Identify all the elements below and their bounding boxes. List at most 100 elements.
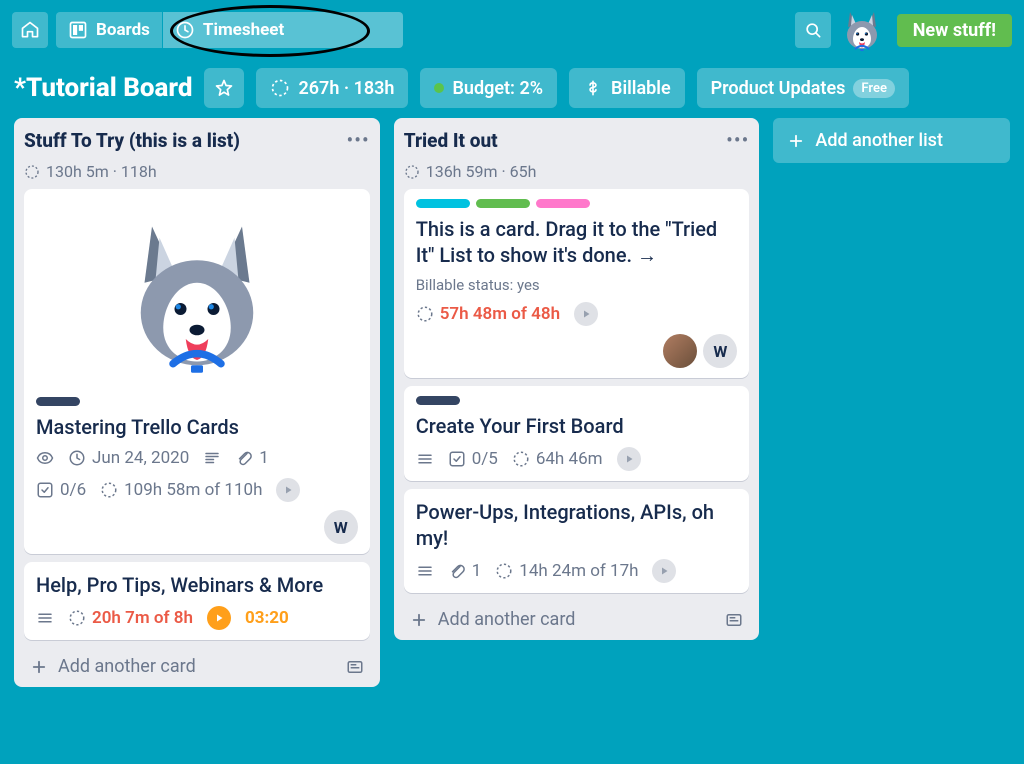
clock-icon bbox=[175, 20, 195, 40]
label-pill[interactable] bbox=[476, 199, 530, 208]
home-button[interactable] bbox=[12, 12, 48, 48]
list-title[interactable]: Tried It out bbox=[404, 129, 498, 152]
list-menu-button[interactable]: ••• bbox=[346, 128, 369, 152]
card-labels bbox=[416, 396, 738, 405]
billable-label: Billable bbox=[611, 78, 671, 99]
label-pill[interactable] bbox=[36, 397, 80, 406]
label-pill[interactable] bbox=[416, 396, 460, 405]
attachment-icon bbox=[448, 562, 466, 580]
card-title: This is a card. Drag it to the "Tried It… bbox=[416, 216, 738, 268]
watch-icon bbox=[36, 449, 54, 467]
list-menu-button[interactable]: ••• bbox=[726, 128, 749, 152]
attach-count: 1 bbox=[259, 448, 269, 468]
search-button[interactable] bbox=[795, 12, 831, 48]
dashed-circle-icon bbox=[100, 481, 118, 499]
clock-icon bbox=[68, 449, 86, 467]
dashed-circle-icon bbox=[512, 450, 530, 468]
product-updates-label: Product Updates bbox=[711, 78, 846, 99]
boards-label: Boards bbox=[96, 20, 150, 40]
attachment-icon bbox=[235, 449, 253, 467]
description-icon bbox=[203, 449, 221, 467]
plus-icon bbox=[410, 611, 428, 629]
member-avatar[interactable]: W bbox=[703, 334, 737, 368]
board-header: *Tutorial Board 267h · 183h Budget: 2% B… bbox=[0, 60, 1024, 118]
hours-summary-button[interactable]: 267h · 183h bbox=[256, 68, 408, 108]
add-card-label: Add another card bbox=[438, 609, 576, 630]
list-title[interactable]: Stuff To Try (this is a list) bbox=[24, 129, 240, 152]
play-button[interactable] bbox=[574, 302, 598, 326]
checklist-icon bbox=[36, 481, 54, 499]
template-icon[interactable] bbox=[725, 611, 743, 629]
free-badge: Free bbox=[853, 79, 895, 98]
lines-icon bbox=[36, 609, 54, 627]
card-time: 64h 46m bbox=[536, 449, 603, 469]
list-subtitle: 130h 5m · 118h bbox=[24, 160, 370, 181]
member-avatar[interactable]: W bbox=[324, 510, 358, 544]
boards-button[interactable]: Boards bbox=[56, 12, 162, 48]
lines-icon bbox=[416, 450, 434, 468]
template-icon[interactable] bbox=[346, 658, 364, 676]
dollar-icon bbox=[583, 78, 603, 98]
dashed-circle-icon bbox=[416, 305, 434, 323]
running-timer: 03:20 bbox=[245, 608, 289, 628]
checklist-count: 0/6 bbox=[60, 480, 86, 500]
card-mastering-trello[interactable]: Mastering Trello Cards Jun 24, 2020 1 0/… bbox=[24, 189, 370, 554]
plus-icon bbox=[787, 132, 805, 150]
attach-count: 1 bbox=[472, 561, 482, 581]
star-button[interactable] bbox=[204, 68, 244, 108]
card-this-is-a-card[interactable]: This is a card. Drag it to the "Tried It… bbox=[404, 189, 750, 378]
member-photo[interactable] bbox=[663, 334, 697, 368]
card-time: 57h 48m of 48h bbox=[440, 304, 560, 324]
list-stuff-to-try: Stuff To Try (this is a list) ••• 130h 5… bbox=[14, 118, 380, 687]
budget-button[interactable]: Budget: 2% bbox=[420, 68, 557, 108]
list-tried-it-out: Tried It out ••• 136h 59m · 65h This is … bbox=[394, 118, 760, 640]
new-stuff-label: New stuff! bbox=[913, 20, 996, 41]
card-create-first-board[interactable]: Create Your First Board 0/5 64h 46m bbox=[404, 386, 750, 481]
label-pill[interactable] bbox=[416, 199, 470, 208]
play-button[interactable] bbox=[617, 447, 641, 471]
list-subtitle: 136h 59m · 65h bbox=[404, 160, 750, 181]
board-canvas: Stuff To Try (this is a list) ••• 130h 5… bbox=[0, 118, 1024, 701]
lines-icon bbox=[416, 562, 434, 580]
add-card-label: Add another card bbox=[58, 656, 196, 677]
card-labels bbox=[416, 199, 738, 208]
card-date: Jun 24, 2020 bbox=[92, 448, 189, 468]
billable-button[interactable]: Billable bbox=[569, 68, 685, 108]
card-cover-image bbox=[36, 199, 358, 389]
dashed-circle-icon bbox=[68, 609, 86, 627]
star-icon bbox=[214, 78, 234, 98]
dashed-circle-icon bbox=[404, 164, 420, 180]
card-title: Create Your First Board bbox=[416, 413, 738, 439]
card-title: Mastering Trello Cards bbox=[36, 414, 358, 440]
budget-label: Budget: 2% bbox=[452, 78, 543, 99]
search-icon bbox=[803, 20, 823, 40]
product-updates-button[interactable]: Product Updates Free bbox=[697, 68, 909, 108]
add-card-button[interactable]: Add another card bbox=[404, 601, 750, 634]
dashed-circle-icon bbox=[270, 78, 290, 98]
board-title[interactable]: *Tutorial Board bbox=[14, 73, 192, 103]
add-list-button[interactable]: Add another list bbox=[773, 118, 1010, 163]
dashed-circle-icon bbox=[24, 164, 40, 180]
play-button[interactable] bbox=[276, 478, 300, 502]
label-pill[interactable] bbox=[536, 199, 590, 208]
add-list-label: Add another list bbox=[815, 130, 943, 151]
dashed-circle-icon bbox=[495, 562, 513, 580]
husky-avatar[interactable] bbox=[839, 8, 885, 52]
timesheet-label: Timesheet bbox=[203, 20, 284, 40]
status-dot-icon bbox=[434, 83, 444, 93]
board-icon bbox=[68, 20, 88, 40]
play-button-active[interactable] bbox=[207, 606, 231, 630]
card-help-pro-tips[interactable]: Help, Pro Tips, Webinars & More 20h 7m o… bbox=[24, 562, 370, 640]
add-card-button[interactable]: Add another card bbox=[24, 648, 370, 681]
play-button[interactable] bbox=[652, 559, 676, 583]
timesheet-button[interactable]: Timesheet bbox=[163, 12, 403, 48]
card-power-ups[interactable]: Power-Ups, Integrations, APIs, oh my! 1 … bbox=[404, 489, 750, 593]
new-stuff-badge[interactable]: New stuff! bbox=[897, 14, 1012, 47]
card-title: Help, Pro Tips, Webinars & More bbox=[36, 572, 358, 598]
card-time: 20h 7m of 8h bbox=[92, 608, 193, 628]
card-time: 14h 24m of 17h bbox=[519, 561, 638, 581]
top-nav: Boards Timesheet New stuff! bbox=[0, 0, 1024, 60]
home-icon bbox=[20, 20, 40, 40]
card-labels bbox=[36, 397, 358, 406]
card-time: 109h 58m of 110h bbox=[124, 480, 262, 500]
